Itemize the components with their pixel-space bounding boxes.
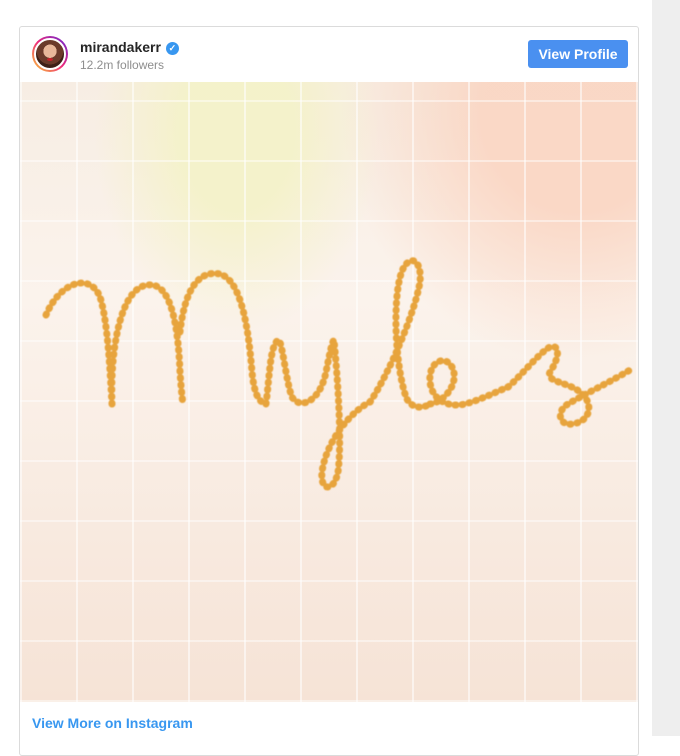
followers-count: 12.2m followers	[80, 58, 165, 72]
page-gutter	[652, 0, 680, 736]
embroidered-text	[42, 257, 634, 491]
avatar-image	[34, 38, 66, 70]
post-header: mirandakerr ✓ 12.2m followers View Profil…	[20, 27, 638, 82]
username[interactable]: mirandakerr	[80, 39, 161, 55]
post-photo[interactable]	[20, 82, 638, 702]
verified-badge-icon: ✓	[165, 42, 179, 55]
username-row[interactable]: mirandakerr ✓	[80, 39, 179, 55]
view-profile-button[interactable]: View Profile	[528, 40, 628, 68]
avatar[interactable]	[32, 36, 68, 72]
view-more-on-instagram-link[interactable]: View More on Instagram	[32, 715, 193, 731]
instagram-embed-card: mirandakerr ✓ 12.2m followers View Profil…	[19, 26, 639, 756]
